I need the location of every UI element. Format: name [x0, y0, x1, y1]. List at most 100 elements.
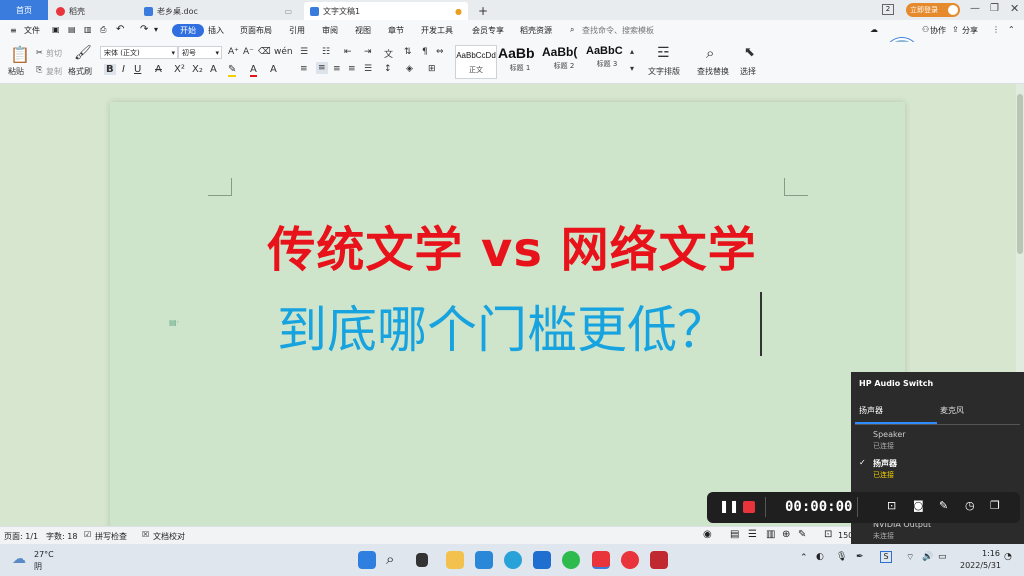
font-size-select[interactable]: 初号 ▾	[178, 46, 222, 59]
char-scale-icon[interactable]: ⇔	[436, 47, 444, 57]
align-left-icon[interactable]: ≡	[300, 64, 308, 74]
command-search-input[interactable]: 查找命令、搜索模板	[582, 25, 654, 36]
web-view-icon[interactable]: ⊕	[782, 529, 790, 540]
shrink-font-icon[interactable]: A⁻	[243, 47, 254, 57]
file-explorer-icon[interactable]	[446, 551, 464, 569]
shading-icon[interactable]: ◈	[406, 64, 413, 74]
minimize-icon[interactable]: —	[970, 3, 980, 14]
camera-icon[interactable]: ◙	[913, 499, 924, 512]
menu-review[interactable]: 审阅	[322, 25, 338, 36]
tray-window-icon[interactable]: S	[880, 551, 892, 563]
microphone-icon[interactable]: 🎙	[836, 552, 847, 562]
menu-collab[interactable]: 协作	[930, 25, 946, 36]
bullet-list-icon[interactable]: ☰	[300, 47, 308, 57]
underline-icon[interactable]: U	[134, 64, 141, 75]
copy-icon[interactable]: ⎘	[36, 65, 42, 75]
menu-file[interactable]: 文件	[24, 25, 40, 36]
menu-reference[interactable]: 引用	[289, 25, 305, 36]
style-heading-3[interactable]: AaBbC 标题 3	[586, 45, 628, 79]
tab-doc1[interactable]: 老乡桌.doc ▭	[138, 2, 298, 20]
device-builtin-speaker[interactable]: ✓ 扬声器 已连接	[851, 456, 1024, 484]
print-preview-icon[interactable]: ▤	[68, 25, 76, 34]
wps-icon[interactable]	[592, 551, 610, 569]
show-marks-icon[interactable]: ¶	[422, 47, 428, 57]
weather-condition[interactable]: 阴	[34, 561, 42, 572]
minimize-recorder-icon[interactable]: ❐	[990, 499, 1000, 512]
write-view-icon[interactable]: ✎	[798, 529, 806, 540]
cloud-icon[interactable]: ☁	[870, 25, 878, 34]
style-more-icon[interactable]: ▾	[630, 64, 634, 73]
style-heading-2[interactable]: AaBb( 标题 2	[542, 45, 586, 79]
line-spacing-icon[interactable]: ↕	[384, 64, 392, 74]
search-icon[interactable]: ⌕	[386, 550, 394, 568]
outdent-icon[interactable]: ⇤	[344, 47, 352, 57]
sort-icon[interactable]: ⇅	[404, 47, 412, 57]
restore-icon[interactable]: ❐	[990, 3, 999, 14]
document-title-line-1[interactable]: 传统文学 vs 网络文学	[0, 210, 1024, 280]
menu-start[interactable]: 开始	[172, 24, 204, 37]
redo-icon[interactable]: ↷	[140, 24, 148, 35]
style-heading-1[interactable]: AaBb 标题 1	[498, 45, 542, 79]
share-icon[interactable]: ⇪	[952, 25, 959, 34]
numbered-list-icon[interactable]: ☷	[322, 47, 330, 57]
tab-speaker[interactable]: 扬声器	[859, 405, 883, 416]
style-scroll-up-icon[interactable]: ▴	[630, 47, 634, 56]
store-icon[interactable]	[475, 551, 493, 569]
format-painter-button[interactable]: 格式刷	[68, 66, 92, 77]
find-replace-button[interactable]: 查找替换	[697, 66, 729, 77]
more-icon[interactable]: ⋮	[992, 25, 1000, 34]
tray-pen-icon[interactable]: ✒	[856, 552, 864, 562]
chevron-down-icon[interactable]: ▾	[154, 25, 158, 34]
word-count[interactable]: 字数: 18	[46, 531, 77, 542]
new-tab-button[interactable]: +	[472, 2, 488, 20]
tab-daoke[interactable]: 稻壳	[50, 2, 136, 20]
tab-doc2[interactable]: 文字文稿1 ●	[304, 2, 468, 20]
font-color-icon[interactable]: A	[250, 64, 257, 77]
notification-icon[interactable]: ◔	[1004, 552, 1012, 562]
align-right-icon[interactable]: ≡	[333, 64, 341, 74]
format-painter-icon[interactable]: 🖌	[74, 45, 92, 61]
pen-icon[interactable]: ✎	[939, 499, 948, 512]
menu-share[interactable]: 分享	[962, 25, 978, 36]
phonetic-icon[interactable]: wén	[274, 47, 293, 57]
volume-icon[interactable]: 🔊	[922, 552, 933, 562]
cut-icon[interactable]: ✂	[36, 48, 43, 57]
pause-icon[interactable]: ❚❚	[719, 499, 739, 513]
mail-icon[interactable]	[533, 551, 551, 569]
page-view-icon[interactable]: ▤	[730, 529, 739, 540]
text-layout-icon[interactable]: ☲	[657, 45, 670, 61]
select-button[interactable]: 选择	[740, 66, 756, 77]
italic-icon[interactable]: I	[122, 64, 125, 75]
battery-icon[interactable]: ▭	[938, 552, 947, 562]
menu-resources[interactable]: 稻壳资源	[520, 25, 552, 36]
login-button[interactable]: 立即登录	[906, 3, 960, 17]
collab-icon[interactable]: ⚇	[922, 25, 929, 34]
paste-icon[interactable]: 📋	[10, 45, 30, 64]
strikethrough-icon[interactable]: A	[155, 64, 162, 75]
stop-icon[interactable]	[743, 501, 755, 513]
highlight-icon[interactable]: ✎	[228, 64, 237, 77]
timer-icon[interactable]: ◷	[965, 499, 975, 512]
menu-insert[interactable]: 插入	[208, 25, 224, 36]
scrollbar-thumb[interactable]	[1017, 94, 1023, 254]
cut-button[interactable]: 剪切	[46, 48, 62, 59]
task-view-icon[interactable]	[416, 553, 428, 567]
paste-button[interactable]: 粘贴	[8, 66, 24, 77]
menu-chapter[interactable]: 章节	[388, 25, 404, 36]
find-icon[interactable]: ⌕	[706, 44, 714, 62]
clear-format-icon[interactable]: ⌫	[258, 47, 271, 57]
subscript-icon[interactable]: X₂	[192, 64, 203, 75]
weather-icon[interactable]: ☁	[12, 551, 26, 567]
distribute-icon[interactable]: ☰	[364, 64, 372, 74]
tab-home[interactable]: 首页	[0, 0, 48, 20]
export-pdf-icon[interactable]: ▥	[84, 25, 92, 34]
spell-check-button[interactable]: 拼写检查	[95, 531, 127, 542]
menu-layout[interactable]: 页面布局	[240, 25, 272, 36]
undo-icon[interactable]: ↶	[116, 24, 124, 35]
eye-protect-icon[interactable]: ◉	[703, 529, 712, 540]
proofread-icon[interactable]: ☒	[142, 530, 149, 539]
chinese-layout-icon[interactable]: 文	[384, 47, 393, 60]
page-indicator[interactable]: 页面: 1/1	[4, 531, 38, 542]
fit-page-icon[interactable]: ⊡	[824, 529, 832, 540]
tab-count-badge[interactable]: 2	[882, 4, 894, 15]
